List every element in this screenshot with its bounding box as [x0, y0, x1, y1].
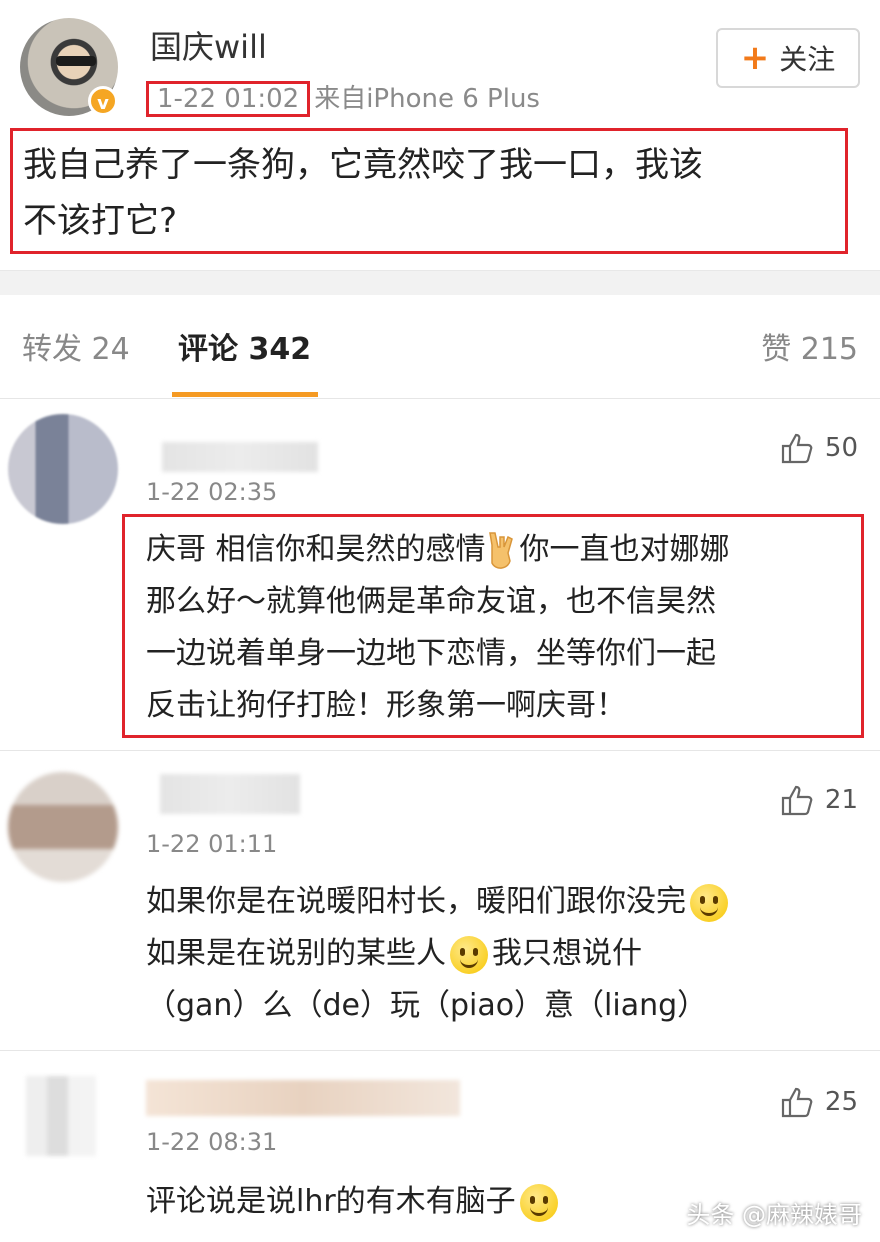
tab-bar: 转发 24 评论 342 赞 215	[0, 294, 880, 399]
comment-item: 1-22 01:11 21 如果你是在说暖阳村长，暖阳们跟你没完 如果是在说别的…	[0, 750, 880, 1050]
active-tab-indicator	[172, 392, 318, 397]
section-divider	[0, 270, 880, 295]
comment-line: 我只想说什	[492, 936, 642, 971]
like-count: 50	[824, 433, 858, 463]
comment-line: 如果是在说别的某些人	[146, 936, 446, 971]
like-button[interactable]: 25	[781, 1086, 858, 1118]
post-source: 来自iPhone 6 Plus	[314, 84, 540, 114]
post-text-line: 我自己养了一条狗，它竟然咬了我一口，我该	[23, 145, 703, 185]
follow-button[interactable]: + 关注	[716, 28, 860, 88]
plus-icon: +	[740, 38, 770, 78]
comment-line: （gan）么（de）玩（piao）意（liang）	[146, 988, 708, 1023]
post-meta: 1-22 01:02 来自iPhone 6 Plus	[146, 78, 540, 117]
comment-line: 如果你是在说暖阳村长，暖阳们跟你没完	[146, 884, 686, 919]
commenter-name-blurred[interactable]	[162, 442, 318, 472]
follow-label: 关注	[779, 43, 836, 76]
tab-likes[interactable]: 赞 215	[761, 324, 858, 368]
comment-text: 庆哥 相信你和昊然的感情 你一直也对娜娜 那么好～就算他俩是革命友谊，也不信昊然 …	[146, 524, 861, 732]
comment-line: 那么好～就算他俩是革命友谊，也不信昊然	[146, 584, 716, 619]
thumbs-up-icon	[781, 785, 813, 816]
commenter-name-blurred[interactable]	[146, 1080, 460, 1116]
smiley-emoji-icon	[690, 883, 728, 922]
comment-line: 评论说是说lhr的有木有脑子	[146, 1184, 516, 1219]
commenter-avatar[interactable]	[8, 414, 118, 524]
commenter-name-blurred[interactable]	[160, 774, 300, 814]
comment-line: 一边说着单身一边地下恋情，坐等你们一起	[146, 636, 716, 671]
author-username[interactable]: 国庆will	[150, 22, 267, 68]
verified-badge-icon: v	[88, 86, 118, 116]
comment-line: 庆哥 相信你和昊然的感情	[146, 532, 486, 567]
comment-time: 1-22 08:31	[146, 1128, 278, 1156]
commenter-avatar[interactable]	[26, 1076, 96, 1156]
commenter-avatar[interactable]	[8, 772, 118, 882]
thumbs-up-icon	[781, 433, 813, 464]
tab-comments[interactable]: 评论 342	[178, 324, 311, 368]
comment-text: 如果你是在说暖阳村长，暖阳们跟你没完 如果是在说别的某些人 我只想说什 （gan）…	[146, 876, 861, 1032]
thinking-emoji-icon	[519, 1183, 558, 1222]
comment-line: 你一直也对娜娜	[519, 532, 730, 567]
post-text: 我自己养了一条狗，它竟然咬了我一口，我该 不该打它?	[10, 128, 848, 254]
like-button[interactable]: 21	[781, 784, 858, 816]
smiley-emoji-icon	[450, 935, 488, 974]
rock-hand-emoji-icon	[488, 531, 513, 569]
like-count: 25	[824, 1087, 858, 1117]
like-button[interactable]: 50	[781, 432, 858, 464]
comment-time: 1-22 02:35	[146, 478, 278, 506]
watermark: 头条 @麻辣婊哥	[686, 1201, 862, 1229]
tab-repost[interactable]: 转发 24	[22, 324, 130, 368]
thumbs-up-icon	[781, 1087, 813, 1118]
comment-time: 1-22 01:11	[146, 830, 278, 858]
post-header: v 国庆will 1-22 01:02 来自iPhone 6 Plus + 关注	[0, 0, 880, 130]
comment-line: 反击让狗仔打脸！形象第一啊庆哥！	[146, 688, 626, 723]
post-time: 1-22 01:02	[146, 81, 311, 117]
post-text-line: 不该打它?	[23, 201, 178, 241]
like-count: 21	[824, 785, 858, 815]
